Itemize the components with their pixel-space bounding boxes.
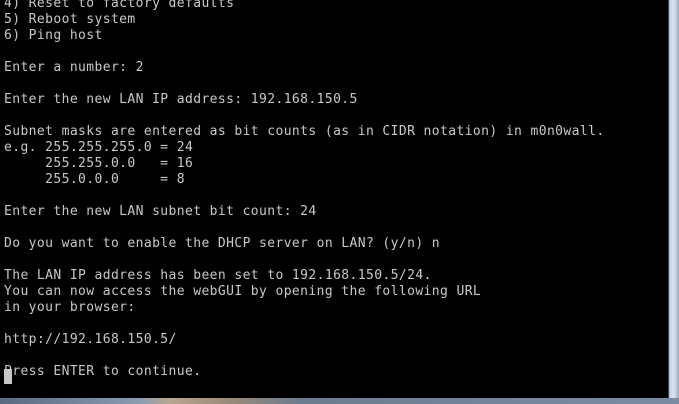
vertical-scrollbar[interactable] (668, 0, 679, 404)
scrollbar-edge (668, 0, 669, 404)
lan-ip-prompt: Enter the new LAN IP address: 192.168.15… (4, 92, 358, 107)
subnet-example-8: 255.0.0.0 = 8 (4, 172, 185, 187)
subnet-example-16: 255.255.0.0 = 16 (4, 156, 194, 171)
continue-prompt: Press ENTER to continue. (4, 364, 202, 379)
webgui-url: http://192.168.150.5/ (4, 332, 177, 347)
ip-set-message: The LAN IP address has been set to 192.1… (4, 268, 432, 283)
menu-option-ping: 6) Ping host (4, 28, 103, 43)
console-screen: 4) Reset to factory defaults 5) Reboot s… (0, 0, 679, 404)
number-prompt: Enter a number: 2 (4, 60, 144, 75)
subnet-info-line: Subnet masks are entered as bit counts (… (4, 124, 605, 139)
subnet-example-24: e.g. 255.255.255.0 = 24 (4, 140, 194, 155)
menu-option-reset: 4) Reset to factory defaults (4, 0, 235, 11)
webgui-access-message: You can now access the webGUI by opening… (4, 284, 482, 299)
dhcp-prompt: Do you want to enable the DHCP server on… (4, 236, 441, 251)
menu-option-reboot: 5) Reboot system (4, 12, 136, 27)
subnet-bit-prompt: Enter the new LAN subnet bit count: 24 (4, 204, 317, 219)
webgui-access-message-cont: in your browser: (4, 300, 136, 315)
terminal-output[interactable]: 4) Reset to factory defaults 5) Reboot s… (0, 0, 668, 398)
text-cursor (4, 369, 12, 384)
window-bottom-frame (0, 398, 679, 404)
